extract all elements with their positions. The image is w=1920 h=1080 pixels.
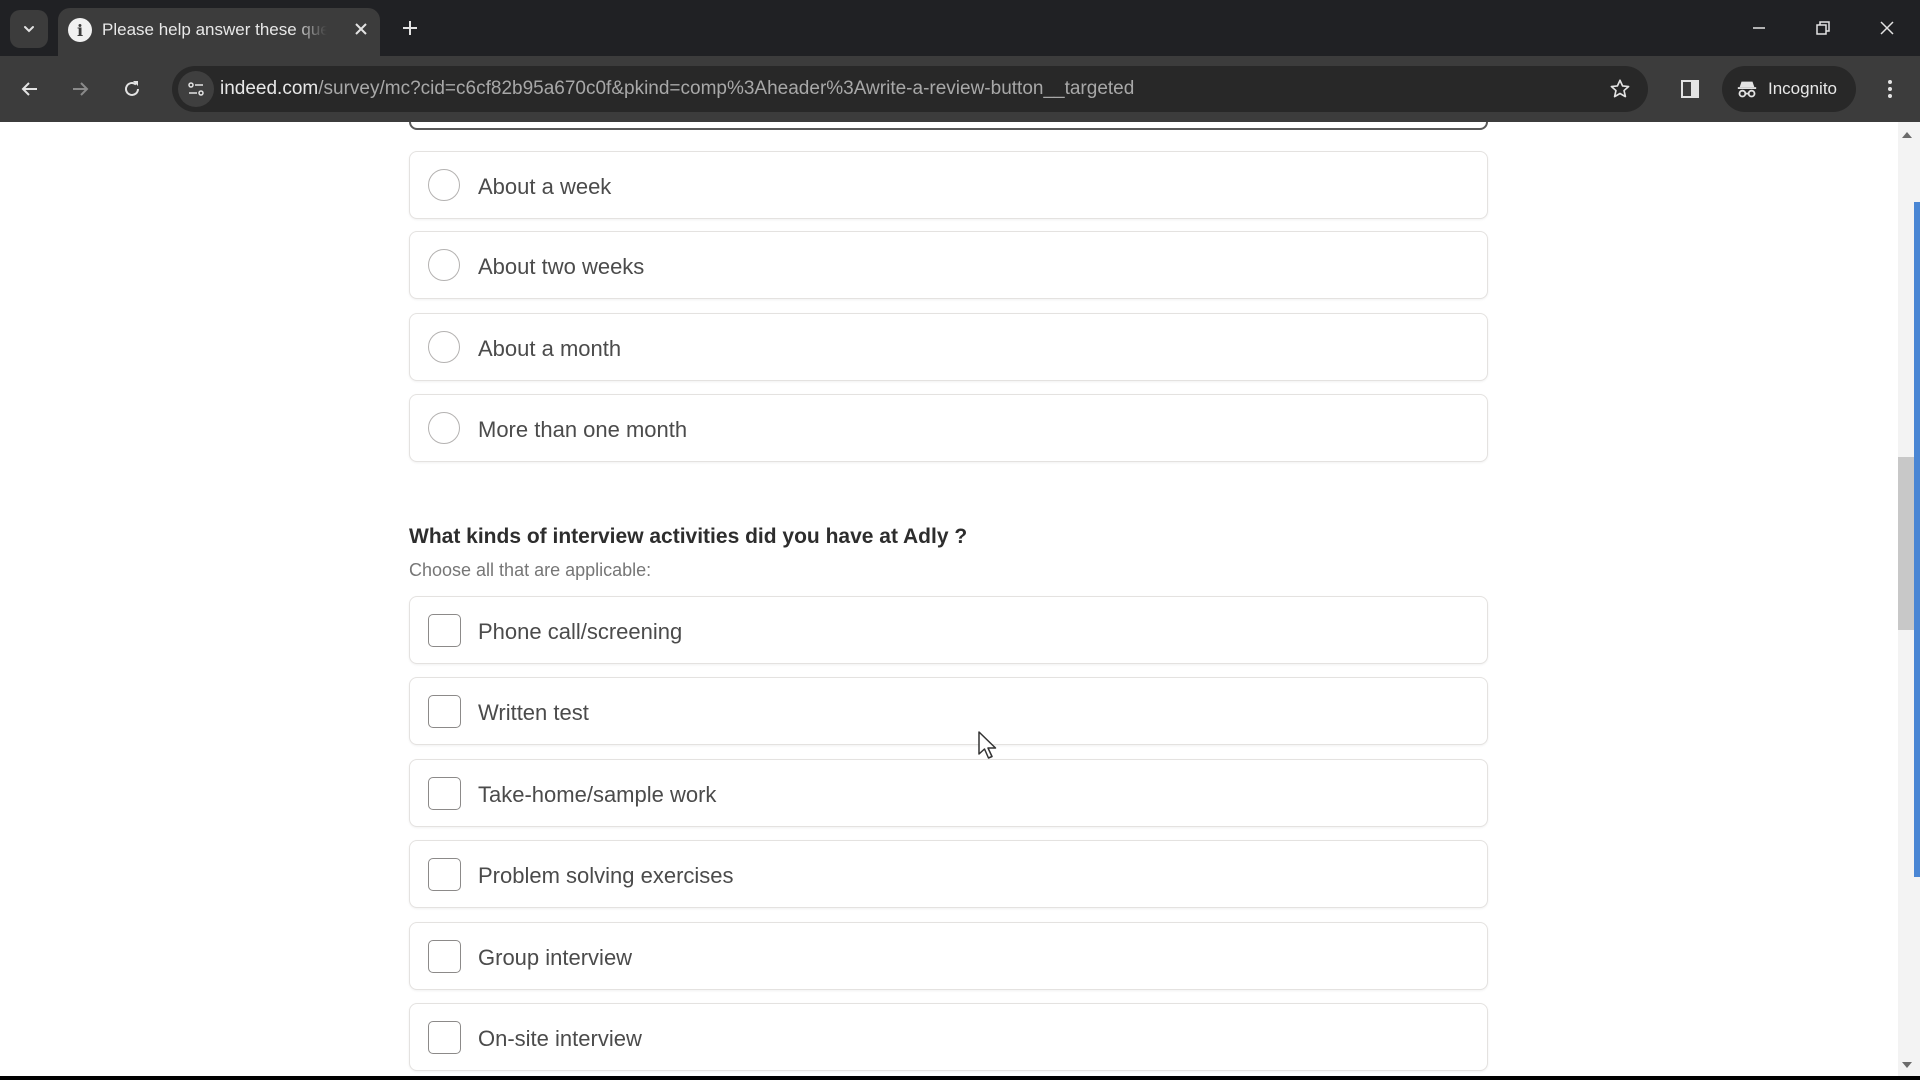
option-label: More than one month xyxy=(478,417,688,442)
checkbox[interactable] xyxy=(428,614,461,647)
info-icon: i xyxy=(68,18,92,42)
radio-button[interactable] xyxy=(428,169,460,201)
reload-icon xyxy=(125,81,139,96)
question-heading: What kinds of interview activities did y… xyxy=(409,525,968,548)
checkbox[interactable] xyxy=(428,777,461,810)
option-label: Take-home/sample work xyxy=(478,782,717,807)
tab-title: Please help answer these questions xyxy=(102,20,327,39)
browser-menu-button[interactable] xyxy=(1872,71,1908,107)
page-scrollbar[interactable] xyxy=(1898,122,1920,1076)
star-icon xyxy=(1610,79,1630,98)
option-partial-previous[interactable] xyxy=(409,122,1488,130)
reload-button[interactable] xyxy=(114,71,150,107)
plus-icon xyxy=(403,21,417,35)
browser-tab-active[interactable]: i Please help answer these questions xyxy=(58,8,380,56)
checkbox[interactable] xyxy=(428,1021,461,1054)
scrollbar-thumb[interactable] xyxy=(1898,457,1914,630)
address-bar[interactable]: indeed.com/survey/mc?cid=c6cf82b95a670c0… xyxy=(172,66,1648,112)
radio-button[interactable] xyxy=(428,249,460,281)
checkbox-option[interactable]: Group interview xyxy=(409,922,1488,990)
option-label: About a month xyxy=(478,336,622,361)
site-info-button[interactable] xyxy=(178,71,214,107)
radio-option[interactable]: About a month xyxy=(409,313,1488,381)
url-path: /survey/mc?cid=c6cf82b95a670c0f&pkind=co… xyxy=(318,78,1135,99)
browser-toolbar: indeed.com/survey/mc?cid=c6cf82b95a670c0… xyxy=(0,56,1920,122)
side-panel-icon xyxy=(1681,80,1699,98)
close-icon xyxy=(1880,21,1894,35)
close-icon xyxy=(355,23,367,35)
tab-strip: i Please help answer these questions xyxy=(0,0,1920,56)
restore-icon xyxy=(1816,21,1830,35)
incognito-label: Incognito xyxy=(1768,79,1837,98)
tab-search-button[interactable] xyxy=(10,10,48,48)
incognito-icon xyxy=(1737,81,1757,98)
window-close-button[interactable] xyxy=(1864,10,1910,46)
scroll-down-arrow-icon[interactable] xyxy=(1902,1062,1912,1068)
option-label: On-site interview xyxy=(478,1026,642,1051)
side-panel-button[interactable] xyxy=(1672,71,1708,107)
minimize-icon xyxy=(1753,27,1765,29)
question-subtitle: Choose all that are applicable: xyxy=(409,560,652,580)
checkbox[interactable] xyxy=(428,858,461,891)
checkbox-option[interactable]: Written test xyxy=(409,677,1488,745)
tune-icon xyxy=(188,82,204,96)
checkbox[interactable] xyxy=(428,695,461,728)
scrollbar-accent xyxy=(1914,202,1920,877)
option-label: About two weeks xyxy=(478,254,645,279)
option-label: Phone call/screening xyxy=(478,619,683,644)
arrow-left-icon xyxy=(21,82,37,96)
bookmark-button[interactable] xyxy=(1606,75,1634,103)
back-button[interactable] xyxy=(12,71,48,107)
checkbox-option[interactable]: Take-home/sample work xyxy=(409,759,1488,827)
arrow-right-icon xyxy=(73,82,89,96)
incognito-indicator[interactable]: Incognito xyxy=(1722,66,1856,112)
screen-bottom-edge xyxy=(0,1076,1920,1080)
minimize-button[interactable] xyxy=(1736,10,1782,46)
restore-button[interactable] xyxy=(1800,10,1846,46)
option-label: About a week xyxy=(478,174,612,199)
tab-close-button[interactable] xyxy=(348,16,374,42)
url-text[interactable]: indeed.com/survey/mc?cid=c6cf82b95a670c0… xyxy=(220,78,1134,100)
url-host: indeed.com xyxy=(220,78,319,99)
radio-option[interactable]: About two weeks xyxy=(409,231,1488,299)
scroll-up-arrow-icon[interactable] xyxy=(1902,132,1912,138)
new-tab-button[interactable] xyxy=(396,14,424,42)
radio-button[interactable] xyxy=(428,331,460,363)
checkbox-option[interactable]: On-site interview xyxy=(409,1003,1488,1071)
checkbox[interactable] xyxy=(428,940,461,973)
option-label: Problem solving exercises xyxy=(478,863,734,888)
page-content: About a week About two weeks About a mon… xyxy=(0,122,1920,1076)
chevron-down-icon xyxy=(24,26,34,33)
option-label: Group interview xyxy=(478,945,633,970)
radio-option[interactable]: About a week xyxy=(409,151,1488,219)
radio-option[interactable]: More than one month xyxy=(409,394,1488,462)
more-vert-icon xyxy=(1888,80,1892,98)
radio-button[interactable] xyxy=(428,412,460,444)
forward-button[interactable] xyxy=(62,71,98,107)
checkbox-option[interactable]: Phone call/screening xyxy=(409,596,1488,664)
option-label: Written test xyxy=(478,700,589,725)
checkbox-option[interactable]: Problem solving exercises xyxy=(409,840,1488,908)
